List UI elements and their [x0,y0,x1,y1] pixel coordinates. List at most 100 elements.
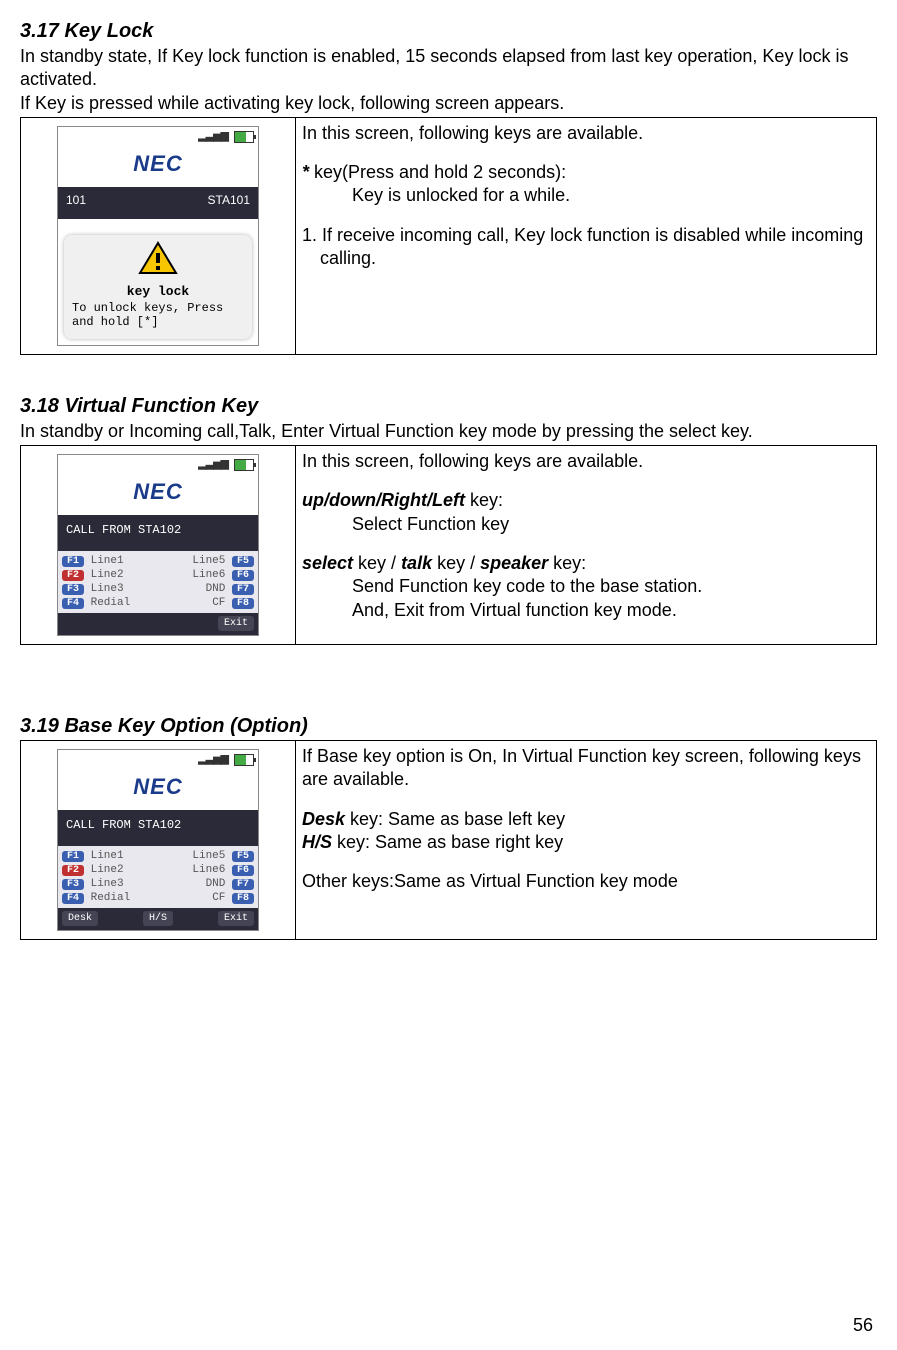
content-table: ▂▃▅▆ NEC CALL FROM STA102 F1 Line1Line5 … [20,445,877,645]
station-right: STA101 [208,193,250,207]
fkey-label: CF [212,892,225,904]
fkey-label: Line1 [91,555,124,567]
screenshot-cell: ▂▃▅▆ NEC CALL FROM STA102 F1 Line1 Line5 … [21,740,296,939]
fkey-badge: F6 [232,865,254,876]
description-cell: In this screen, following keys are avail… [296,445,877,644]
softkey-hs: H/S [143,911,173,926]
fkey-row: F1 Line1 Line5 F5 [62,850,254,862]
fkey-row: F2 Line2 Line6 F6 [62,569,254,581]
phone-mockup: ▂▃▅▆ NEC CALL FROM STA102 F1 Line1Line5 … [57,454,259,636]
station-left: 101 [66,193,86,207]
section-heading: 3.17 Key Lock [20,20,877,43]
key-tail: key: Same as base right key [332,832,563,852]
note-text: 1. If receive incoming call, Key lock fu… [320,224,870,271]
key-sub: And, Exit from Virtual function key mode… [302,600,677,620]
key-name: H/S [302,832,332,852]
call-from-row: CALL FROM STA102 [58,515,258,551]
warning-icon [70,241,246,282]
battery-icon [234,131,254,143]
fkey-label: Line1 [91,850,124,862]
fkey-label: Line5 [192,850,225,862]
softkey-exit: Exit [218,616,254,631]
fkey-row: F2 Line2 Line6 F6 [62,864,254,876]
phone-mockup: ▂▃▅▆ NEC 101 STA101 key lock To unlock k… [57,126,259,347]
fkey-label: Line6 [192,864,225,876]
key-sub: Select Function key [302,514,509,534]
content-table: ▂▃▅▆ NEC CALL FROM STA102 F1 Line1 Line5 … [20,740,877,940]
phone-mockup: ▂▃▅▆ NEC CALL FROM STA102 F1 Line1 Line5 … [57,749,259,931]
battery-icon [234,754,254,766]
fkey-badge: F5 [232,851,254,862]
key-name: select [669,421,716,441]
function-keys: F1 Line1Line5 F5 F2 Line2 Line6 F6 F3 Line3… [58,551,258,613]
fkey-label: Line3 [91,583,124,595]
key-tail: key: Same as base left key [345,809,565,829]
section-heading: 3.19 Base Key Option (Option) [20,715,877,738]
key-tail: key: [465,490,503,510]
page-number: 56 [853,1315,873,1336]
fkey-label: Line6 [192,569,225,581]
signal-icon: ▂▃▅▆ [198,752,228,765]
fkey-badge: F3 [62,879,84,890]
fkey-badge: F1 [62,556,84,567]
brand-logo: NEC [58,145,258,187]
fkey-badge: F6 [232,570,254,581]
fkey-row: F1 Line1Line5 F5 [62,555,254,567]
key-sub: Key is unlocked for a while. [302,185,570,205]
description-cell: If Base key option is On, In Virtual Fun… [296,740,877,939]
key-name: Desk [302,809,345,829]
key-sub: Send Function key code to the base stati… [302,576,702,596]
fkey-row: F4 RedialCF F8 [62,597,254,609]
description-cell: In this screen, following keys are avail… [296,117,877,355]
brand-logo: NEC [58,473,258,515]
fkey-badge: F7 [232,584,254,595]
key-tail: key: [548,553,586,573]
signal-icon: ▂▃▅▆ [198,129,228,142]
intro-text: If Key is pressed while activating key l… [20,92,877,115]
panel-title: key lock [70,284,246,299]
desc-line: select key / talk key / speaker key: Sen… [302,552,870,622]
fkey-badge: F2 [62,570,84,581]
screenshot-cell: ▂▃▅▆ NEC 101 STA101 key lock To unlock k… [21,117,296,355]
desc-line: Other keys:Same as Virtual Function key … [302,870,870,893]
fkey-row: F3 Line3 DND F7 [62,878,254,890]
key-name: up/down/Right/Left [302,490,465,510]
panel-text: To unlock keys, Press and hold [*] [70,299,246,334]
fkey-badge: F1 [62,851,84,862]
fkey-label: Line2 [91,864,124,876]
fkey-badge: F7 [232,879,254,890]
sep: key / [353,553,401,573]
key-name: select [302,553,353,573]
fkey-label: Line2 [91,569,124,581]
softkey-exit: Exit [218,911,254,926]
sep: key / [432,553,480,573]
signal-icon: ▂▃▅▆ [198,457,228,470]
fkey-label: DND [206,878,226,890]
desc-line: up/down/Right/Left key: Select Function … [302,489,870,536]
brand-logo: NEC [58,768,258,810]
desc-line: In this screen, following keys are avail… [302,450,870,473]
desc-line: In this screen, following keys are avail… [302,122,870,145]
intro-part: In standby or Incoming call,Talk, Enter … [20,421,669,441]
intro-text: In standby state, If Key lock function i… [20,45,877,90]
fkey-label: Redial [91,597,131,609]
fkey-row: F3 Line3 DND F7 [62,583,254,595]
screenshot-cell: ▂▃▅▆ NEC CALL FROM STA102 F1 Line1Line5 … [21,445,296,644]
battery-icon [234,459,254,471]
fkey-badge: F2 [62,865,84,876]
fkey-badge: F8 [232,893,254,904]
fkey-badge: F3 [62,584,84,595]
fkey-label: CF [212,597,225,609]
call-from-row: CALL FROM STA102 [58,810,258,846]
intro-text: In standby or Incoming call,Talk, Enter … [20,420,877,443]
key-name: * [302,162,309,182]
fkey-badge: F4 [62,598,84,609]
softkey-desk: Desk [62,911,98,926]
fkey-badge: F4 [62,893,84,904]
key-tail: key(Press and hold 2 seconds): [309,162,566,182]
fkey-row: F4 RedialCF F8 [62,892,254,904]
fkey-label: DND [206,583,226,595]
content-table: ▂▃▅▆ NEC 101 STA101 key lock To unlock k… [20,117,877,356]
desc-line: If Base key option is On, In Virtual Fun… [302,745,870,792]
fkey-label: Line3 [91,878,124,890]
